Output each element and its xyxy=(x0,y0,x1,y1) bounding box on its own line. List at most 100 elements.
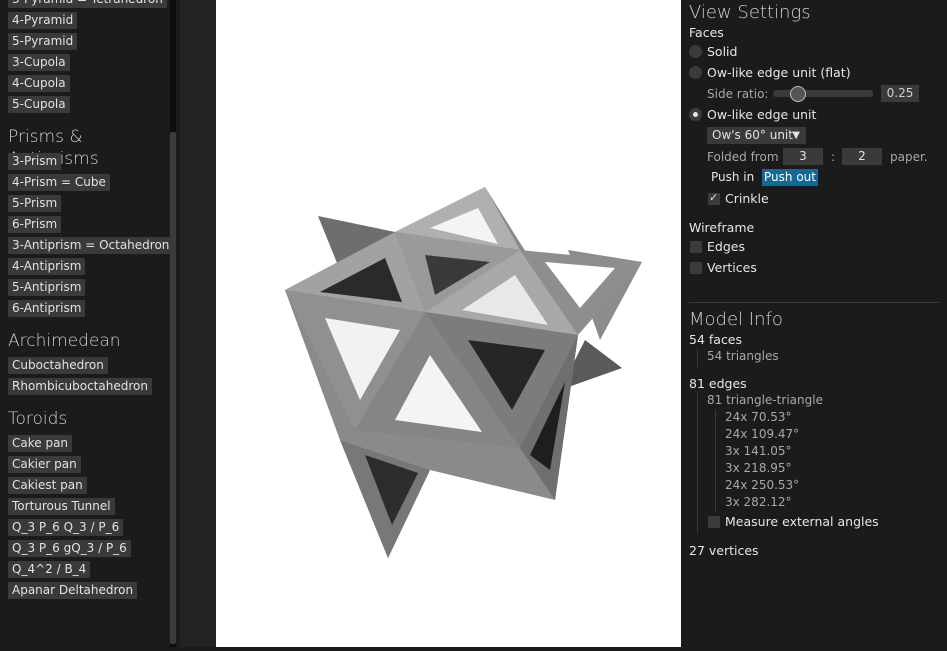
polyhedron-button[interactable]: 6-Prism xyxy=(8,216,62,233)
flat-unit-radio[interactable] xyxy=(689,66,702,79)
section-divider xyxy=(689,302,939,303)
polyhedron-button[interactable]: Rhombicuboctahedron xyxy=(8,378,152,395)
triangles-count: 54 triangles xyxy=(707,349,779,363)
polyhedron-button[interactable]: 3-Prism xyxy=(8,153,62,170)
polyhedron-button[interactable]: Q_4^2 / B_4 xyxy=(8,561,91,578)
side-ratio-label: Side ratio: xyxy=(707,87,769,101)
polyhedron-button[interactable]: 4-Prism = Cube xyxy=(8,174,110,191)
crinkle-checkbox[interactable]: ✓ xyxy=(708,191,720,205)
solid-label[interactable]: Solid xyxy=(707,44,737,59)
library-row: Cake pan xyxy=(8,432,173,453)
ratio-separator: : xyxy=(831,150,836,164)
tree-line xyxy=(697,349,698,367)
library-row: Torturous Tunnel xyxy=(8,495,173,516)
library-row: 3-Pyramid = Tetrahedron xyxy=(8,0,173,9)
polyhedron-button[interactable]: 5-Prism xyxy=(8,195,62,212)
vertices-count: 27 vertices xyxy=(689,543,759,558)
dihedral-angle: 24x 70.53° xyxy=(725,410,792,424)
tree-line xyxy=(715,410,716,513)
library-row: 4-Pyramid xyxy=(8,9,173,30)
polyhedron-button[interactable]: Q_3 P_6 Q_3 / P_6 xyxy=(8,519,124,536)
library-row: 5-Cupola xyxy=(8,93,173,114)
library-row: 3-Cupola xyxy=(8,51,173,72)
side-ratio-value[interactable]: 0.25 xyxy=(881,85,919,102)
folded-from-b-input[interactable]: 2 xyxy=(842,148,882,165)
solid-radio[interactable] xyxy=(689,45,702,58)
polyhedron-button[interactable]: 4-Pyramid xyxy=(8,12,78,29)
dihedral-angle: 24x 109.47° xyxy=(725,427,800,441)
polyhedron-button[interactable]: Cakiest pan xyxy=(8,477,87,494)
category-title: Archimedean xyxy=(8,331,121,351)
dihedral-angle: 3x 218.95° xyxy=(725,461,792,475)
folded-from-label: Folded from xyxy=(707,150,779,164)
vertices-label[interactable]: Vertices xyxy=(707,260,757,275)
paper-label: paper. xyxy=(890,150,928,164)
category-title: Toroids xyxy=(8,409,68,429)
polyhedron-button[interactable]: Cuboctahedron xyxy=(8,357,108,374)
polyhedron-render xyxy=(285,187,642,558)
view-settings-title: View Settings xyxy=(689,2,811,23)
side-ratio-slider-handle[interactable] xyxy=(790,86,806,102)
push-out-button[interactable]: Push out xyxy=(762,169,818,186)
polyhedron-button[interactable]: 5-Antiprism xyxy=(8,279,86,296)
polyhedron-button[interactable]: 4-Antiprism xyxy=(8,258,86,275)
library-row: 4-Prism = Cube xyxy=(8,171,173,192)
vertices-checkbox[interactable] xyxy=(690,262,702,274)
polyhedron-button[interactable]: Q_3 P_6 gQ_3 / P_6 xyxy=(8,540,131,557)
polyhedron-button[interactable]: 4-Cupola xyxy=(8,75,70,92)
polyhedron-button[interactable]: 3-Cupola xyxy=(8,54,70,71)
edges-checkbox[interactable] xyxy=(690,241,702,253)
library-scrollbar-thumb[interactable] xyxy=(170,132,176,644)
model-info-title: Model Info xyxy=(689,309,783,330)
library-row: 5-Prism xyxy=(8,192,173,213)
library-row: 3-Antiprism = Octahedron xyxy=(8,234,174,255)
polyhedron-button[interactable]: Apanar Deltahedron xyxy=(8,582,138,599)
flat-unit-label[interactable]: Ow-like edge unit (flat) xyxy=(707,65,851,80)
edges-label[interactable]: Edges xyxy=(707,239,745,254)
library-row: 6-Antiprism xyxy=(8,297,173,318)
edge-unit-radio[interactable] xyxy=(689,108,702,121)
tree-line xyxy=(697,393,698,533)
dihedral-angle: 3x 141.05° xyxy=(725,444,792,458)
library-row: 4-Antiprism xyxy=(8,255,173,276)
side-ratio-slider[interactable] xyxy=(773,90,873,97)
polyhedron-button[interactable]: 6-Antiprism xyxy=(8,300,86,317)
library-row: Q_3 P_6 Q_3 / P_6 xyxy=(8,516,173,537)
polyhedron-button[interactable]: Torturous Tunnel xyxy=(8,498,115,515)
push-in-button[interactable]: Push in xyxy=(711,170,754,184)
library-row: Cuboctahedron xyxy=(8,354,173,375)
polyhedron-button[interactable]: 5-Pyramid xyxy=(8,33,78,50)
model-library-panel: 3-Pyramid = Tetrahedron 4-Pyramid 5-Pyrami… xyxy=(0,0,180,647)
faces-heading: Faces xyxy=(689,25,724,40)
polyhedron-button[interactable]: Cakier pan xyxy=(8,456,81,473)
dihedral-angle: 24x 250.53° xyxy=(725,478,800,492)
category-title: Prisms & Antiprisms xyxy=(8,127,99,169)
unit-type-select[interactable]: Ow's 60° unit ▼ xyxy=(707,127,806,144)
library-row: 5-Antiprism xyxy=(8,276,173,297)
polyhedron-button[interactable]: 3-Pyramid = Tetrahedron xyxy=(8,0,167,8)
measure-external-checkbox[interactable] xyxy=(708,516,720,528)
edges-count: 81 edges xyxy=(689,376,747,391)
measure-external-label[interactable]: Measure external angles xyxy=(725,514,879,529)
faces-count: 54 faces xyxy=(689,332,743,347)
library-row: Q_3 P_6 gQ_3 / P_6 xyxy=(8,537,173,558)
library-row: 5-Pyramid xyxy=(8,30,173,51)
library-row: Apanar Deltahedron xyxy=(8,579,173,600)
library-row: Rhombicuboctahedron xyxy=(8,375,173,396)
polyhedron-button[interactable]: 3-Antiprism = Octahedron xyxy=(8,237,174,254)
library-row: Q_4^2 / B_4 xyxy=(8,558,173,579)
3d-viewport[interactable] xyxy=(216,0,681,647)
folded-from-a-input[interactable]: 3 xyxy=(783,148,823,165)
library-row: 6-Prism xyxy=(8,213,173,234)
dihedral-angle: 3x 282.12° xyxy=(725,495,792,509)
edge-unit-label[interactable]: Ow-like edge unit xyxy=(707,107,816,122)
crinkle-label[interactable]: Crinkle xyxy=(725,191,769,206)
library-row: Cakiest pan xyxy=(8,474,173,495)
edge-type-count: 81 triangle-triangle xyxy=(707,393,823,407)
polyhedron-button[interactable]: 5-Cupola xyxy=(8,96,70,113)
library-row: 4-Cupola xyxy=(8,72,173,93)
unit-type-value: Ow's 60° unit xyxy=(712,128,793,142)
model-library-list: 3-Pyramid = Tetrahedron 4-Pyramid 5-Pyrami… xyxy=(8,0,174,600)
polyhedron-button[interactable]: Cake pan xyxy=(8,435,73,452)
checkmark-icon: ✓ xyxy=(709,191,719,204)
